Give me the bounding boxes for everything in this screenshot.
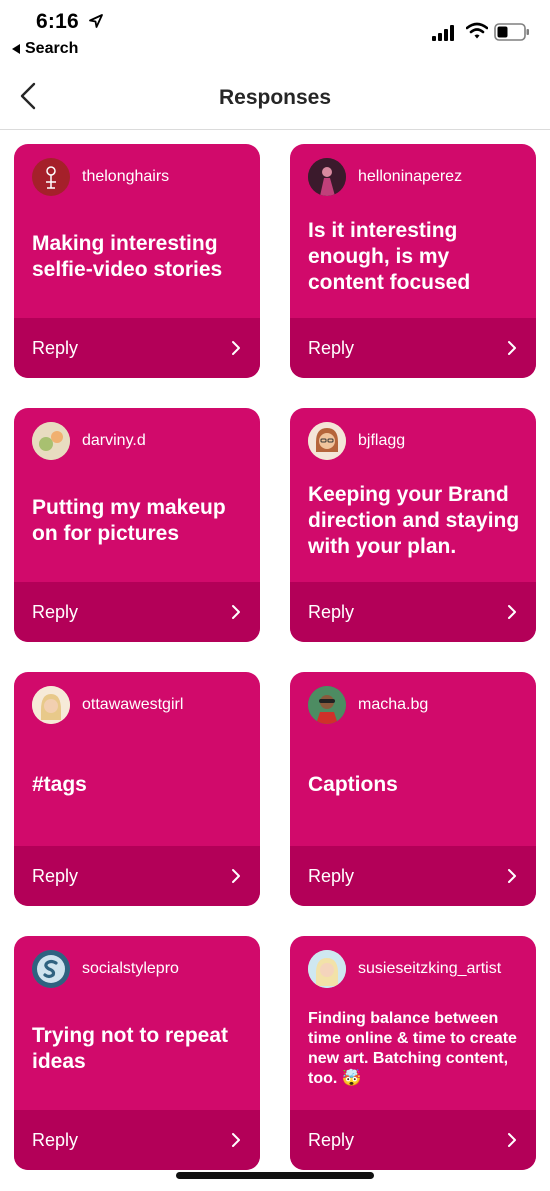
avatar-photo-icon: [308, 158, 346, 196]
reply-button[interactable]: Reply: [14, 318, 260, 378]
response-card[interactable]: thelonghairs Making interesting selfie-v…: [14, 144, 260, 378]
response-card[interactable]: helloninaperez Is it interesting enough,…: [290, 144, 536, 378]
location-arrow-icon: [89, 14, 103, 28]
chevron-right-icon: [232, 341, 240, 355]
response-text: Keeping your Brand direction and staying…: [308, 483, 520, 558]
response-user[interactable]: thelonghairs: [32, 158, 169, 196]
chevron-right-icon: [232, 605, 240, 619]
battery-icon: [494, 23, 529, 41]
status-time: 6:16: [36, 10, 79, 33]
response-text: #tags: [32, 773, 87, 796]
chevron-right-icon: [508, 1133, 516, 1147]
username[interactable]: macha.bg: [358, 696, 428, 714]
response-user[interactable]: socialstylepro: [32, 950, 179, 988]
response-card[interactable]: darviny.d Putting my makeup on for pictu…: [14, 408, 260, 642]
wifi-icon: [466, 22, 488, 39]
back-triangle-icon: [12, 44, 20, 54]
reply-button[interactable]: Reply: [14, 846, 260, 906]
response-user[interactable]: helloninaperez: [308, 158, 462, 196]
username[interactable]: ottawawestgirl: [82, 696, 183, 714]
avatar[interactable]: [308, 950, 346, 988]
chevron-right-icon: [232, 1133, 240, 1147]
reply-label: Reply: [32, 337, 79, 358]
reply-button[interactable]: Reply: [290, 318, 536, 378]
reply-label: Reply: [32, 601, 79, 622]
home-indicator[interactable]: [176, 1172, 374, 1179]
response-user[interactable]: susieseitzking_artist: [308, 950, 501, 988]
username[interactable]: susieseitzking_artist: [358, 960, 501, 978]
reply-label: Reply: [32, 1129, 79, 1150]
response-user[interactable]: darviny.d: [32, 422, 146, 460]
response-user[interactable]: bjflagg: [308, 422, 405, 460]
response-card[interactable]: bjflagg Keeping your Brand direction and…: [290, 408, 536, 642]
username[interactable]: bjflagg: [358, 432, 405, 450]
response-user[interactable]: macha.bg: [308, 686, 428, 724]
avatar[interactable]: [32, 950, 70, 988]
reply-button[interactable]: Reply: [290, 846, 536, 906]
chevron-right-icon: [508, 341, 516, 355]
avatar-photo-icon: [308, 422, 346, 460]
response-text: Trying not to repeat ideas: [32, 1024, 229, 1073]
avatar[interactable]: [32, 422, 70, 460]
status-bar: 6:16 Search: [0, 0, 550, 66]
reply-label: Reply: [308, 601, 355, 622]
avatar-photo-icon: [308, 950, 346, 988]
response-text: Finding balance between time online & ti…: [308, 1010, 517, 1087]
avatar-logo-icon: [32, 950, 70, 988]
username[interactable]: socialstylepro: [82, 960, 179, 978]
response-card[interactable]: ottawawestgirl #tags Reply: [14, 672, 260, 906]
reply-label: Reply: [308, 1129, 355, 1150]
cellular-signal-icon: [432, 25, 454, 41]
reply-label: Reply: [308, 865, 355, 886]
avatar-photo-icon: [308, 686, 346, 724]
response-text: Captions: [308, 773, 398, 796]
reply-button[interactable]: Reply: [14, 582, 260, 642]
avatar-photo-icon: [32, 686, 70, 724]
reply-label: Reply: [308, 337, 355, 358]
username[interactable]: thelonghairs: [82, 168, 169, 186]
avatar-photo-icon: [32, 422, 70, 460]
avatar[interactable]: [32, 686, 70, 724]
avatar[interactable]: [308, 422, 346, 460]
username[interactable]: helloninaperez: [358, 168, 462, 186]
response-text: Is it interesting enough, is my content …: [308, 219, 471, 294]
back-to-search-link[interactable]: Search: [12, 40, 78, 58]
chevron-right-icon: [232, 869, 240, 883]
avatar-logo-icon: [46, 166, 56, 189]
nav-bar: Responses: [0, 66, 550, 130]
reply-button[interactable]: Reply: [290, 582, 536, 642]
chevron-right-icon: [508, 605, 516, 619]
response-text: Making interesting selfie-video stories: [32, 232, 223, 281]
avatar[interactable]: [308, 686, 346, 724]
reply-button[interactable]: Reply: [290, 1110, 536, 1170]
chevron-right-icon: [508, 869, 516, 883]
response-card[interactable]: susieseitzking_artist Finding balance be…: [290, 936, 536, 1170]
response-card[interactable]: socialstylepro Trying not to repeat idea…: [14, 936, 260, 1170]
reply-label: Reply: [32, 865, 79, 886]
back-to-search-label: Search: [25, 40, 79, 57]
response-text: Putting my makeup on for pictures: [32, 496, 226, 545]
avatar[interactable]: [32, 158, 70, 196]
page-title: Responses: [218, 86, 332, 109]
username[interactable]: darviny.d: [82, 432, 146, 450]
response-user[interactable]: ottawawestgirl: [32, 686, 183, 724]
response-card[interactable]: macha.bg Captions Reply: [290, 672, 536, 906]
reply-button[interactable]: Reply: [14, 1110, 260, 1170]
avatar[interactable]: [308, 158, 346, 196]
